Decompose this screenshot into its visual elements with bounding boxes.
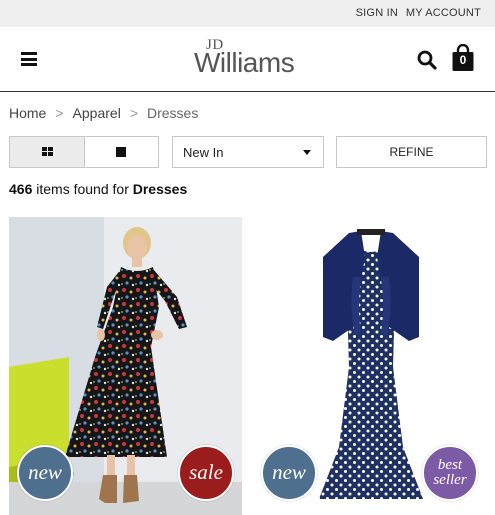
- grid-view-icon: [42, 147, 53, 156]
- breadcrumb: Home > Apparel > Dresses: [9, 105, 198, 121]
- product-card[interactable]: new sale: [9, 217, 242, 515]
- breadcrumb-separator: >: [55, 105, 64, 121]
- site-logo[interactable]: JD Williams: [194, 35, 304, 83]
- breadcrumb-apparel[interactable]: Apparel: [73, 105, 121, 121]
- results-number: 466: [9, 181, 33, 197]
- chevron-down-icon: [303, 150, 311, 155]
- sale-badge: sale: [178, 445, 234, 501]
- best-seller-line-1: best: [437, 457, 463, 473]
- sort-selected-value: New In: [183, 145, 224, 160]
- results-count: 466 items found for Dresses: [9, 181, 187, 197]
- search-icon[interactable]: [417, 50, 437, 70]
- breadcrumb-current: Dresses: [147, 105, 199, 121]
- grid-view-button[interactable]: [10, 137, 85, 167]
- sign-in-link[interactable]: SIGN IN: [356, 7, 398, 19]
- hamburger-icon[interactable]: [21, 52, 37, 66]
- new-badge: new: [261, 445, 317, 501]
- view-toggle: [9, 136, 159, 168]
- results-query: Dresses: [132, 181, 188, 197]
- single-view-icon: [116, 147, 126, 157]
- product-card[interactable]: new best seller: [253, 217, 486, 515]
- logo-williams-text: Williams: [194, 47, 295, 78]
- best-seller-badge: best seller: [422, 445, 478, 501]
- breadcrumb-home[interactable]: Home: [9, 105, 46, 121]
- refine-button[interactable]: REFINE: [336, 136, 487, 168]
- top-utility-bar: SIGN IN MY ACCOUNT: [0, 0, 495, 27]
- single-view-button[interactable]: [85, 137, 158, 167]
- breadcrumb-separator: >: [129, 105, 138, 121]
- bag-count: 0: [459, 53, 467, 67]
- sort-dropdown[interactable]: New In: [172, 136, 324, 168]
- results-text: items found for: [36, 181, 129, 197]
- best-seller-line-2: seller: [433, 472, 467, 488]
- new-badge: new: [17, 445, 73, 501]
- my-account-link[interactable]: MY ACCOUNT: [406, 7, 481, 19]
- site-header: JD Williams 0: [0, 27, 495, 92]
- shopping-bag-icon[interactable]: 0: [451, 43, 475, 72]
